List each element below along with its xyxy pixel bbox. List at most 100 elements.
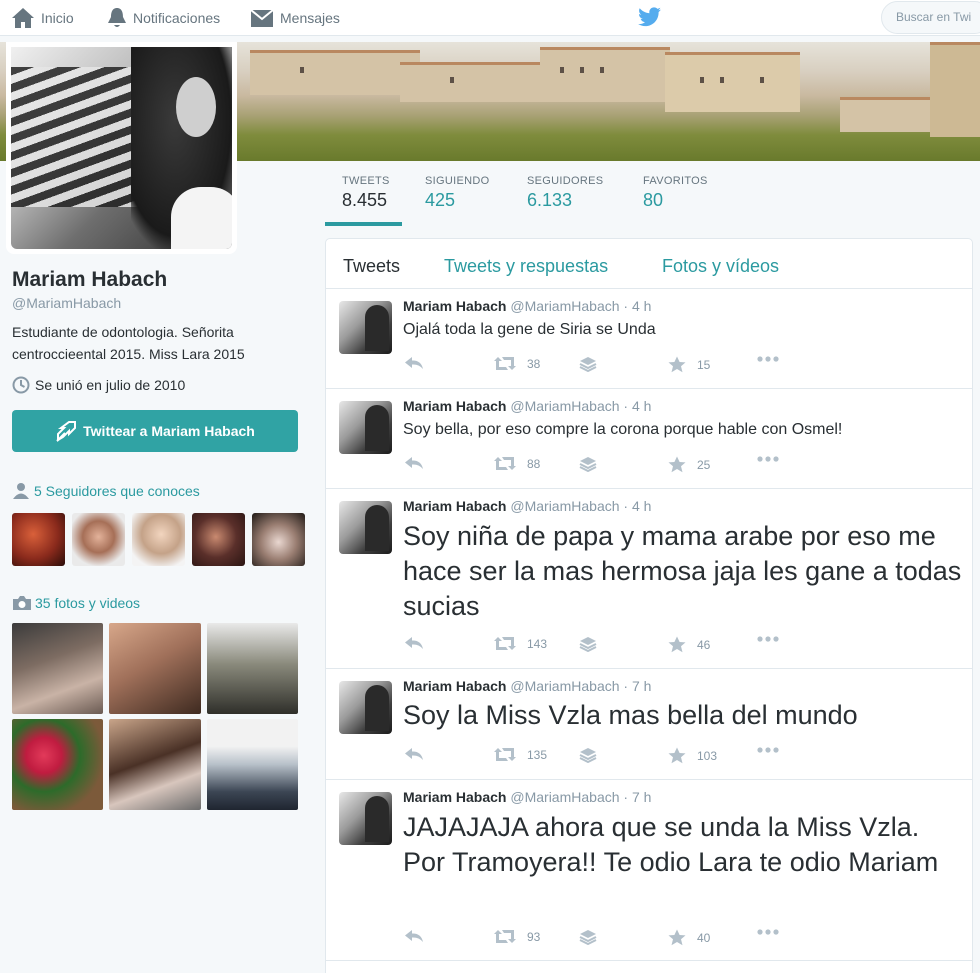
stat-favorites[interactable]: FAVORITOS 80 bbox=[643, 162, 708, 226]
photo-thumbnail[interactable] bbox=[207, 719, 298, 810]
collection-button[interactable] bbox=[579, 929, 608, 945]
tweet-text: Soy niña de papa y mama arabe por eso me… bbox=[403, 521, 962, 621]
reply-button[interactable] bbox=[404, 747, 435, 761]
tweet[interactable]: Mariam Habach @MariamHabach · 4 h Soy be… bbox=[326, 389, 972, 489]
photo-thumbnail[interactable] bbox=[12, 719, 103, 810]
more-options-button[interactable] bbox=[757, 356, 790, 362]
tweet-header: Mariam Habach @MariamHabach · 4 h bbox=[403, 498, 651, 514]
favorite-button[interactable]: 25 bbox=[668, 456, 710, 473]
photo-thumbnail[interactable] bbox=[12, 623, 103, 714]
star-icon bbox=[668, 929, 686, 946]
profile-handle[interactable]: @MariamHabach bbox=[12, 295, 121, 311]
photos-videos-link[interactable]: 35 fotos y videos bbox=[12, 595, 140, 611]
nav-notifications[interactable]: Notificaciones bbox=[107, 0, 220, 36]
reply-button[interactable] bbox=[404, 929, 435, 943]
star-icon bbox=[668, 356, 686, 373]
tweet-avatar[interactable] bbox=[339, 501, 392, 554]
tab-tweets-and-replies[interactable]: Tweets y respuestas bbox=[444, 256, 608, 277]
nav-notifications-label: Notificaciones bbox=[133, 10, 221, 26]
stat-followers[interactable]: SEGUIDORES 6.133 bbox=[527, 162, 603, 226]
reply-button[interactable] bbox=[404, 456, 435, 470]
tweet-author-name[interactable]: Mariam Habach bbox=[403, 789, 506, 805]
tweet[interactable]: Mariam Habach @MariamHabach · 7 h Soy la… bbox=[326, 669, 972, 780]
favorite-button[interactable]: 40 bbox=[668, 929, 710, 946]
tweet-author-handle[interactable]: @MariamHabach bbox=[510, 498, 619, 514]
tweet-time[interactable]: · 7 h bbox=[623, 678, 651, 694]
tweet-author-handle[interactable]: @MariamHabach bbox=[510, 678, 619, 694]
reply-icon bbox=[405, 357, 423, 369]
tweet-avatar[interactable] bbox=[339, 792, 392, 845]
stat-following[interactable]: SIGUIENDO 425 bbox=[425, 162, 489, 226]
star-icon bbox=[668, 456, 686, 473]
reply-button[interactable] bbox=[404, 636, 435, 650]
tweet-avatar[interactable] bbox=[339, 401, 392, 454]
retweet-button[interactable]: 135 bbox=[494, 747, 547, 762]
tweet-actions: 38 15 bbox=[404, 356, 804, 374]
search-input[interactable]: Buscar en Twi bbox=[881, 1, 980, 34]
more-dots-icon bbox=[757, 356, 779, 362]
layers-icon bbox=[579, 457, 597, 472]
retweet-button[interactable]: 38 bbox=[494, 356, 540, 371]
tweet-actions: 135 103 bbox=[404, 747, 804, 765]
tweet-to-button[interactable]: Twittear a Mariam Habach bbox=[12, 410, 298, 452]
retweet-button[interactable]: 93 bbox=[494, 929, 540, 944]
tweet-avatar[interactable] bbox=[339, 681, 392, 734]
more-options-button[interactable] bbox=[757, 636, 790, 642]
follower-thumbnail[interactable] bbox=[12, 513, 65, 566]
nav-home[interactable]: Inicio bbox=[11, 0, 74, 36]
tweet-author-name[interactable]: Mariam Habach bbox=[403, 398, 506, 414]
collection-button[interactable] bbox=[579, 636, 608, 652]
photo-thumbnail[interactable] bbox=[207, 623, 298, 714]
nav-home-label: Inicio bbox=[41, 10, 74, 26]
more-options-button[interactable] bbox=[757, 747, 790, 753]
tweet-time[interactable]: · 4 h bbox=[623, 498, 651, 514]
favorite-button[interactable]: 46 bbox=[668, 636, 710, 653]
layers-icon bbox=[579, 637, 597, 652]
tab-tweets[interactable]: Tweets bbox=[343, 256, 400, 277]
collection-button[interactable] bbox=[579, 356, 608, 372]
stat-tweets[interactable]: TWEETS 8.455 bbox=[325, 162, 402, 226]
follower-thumbnail[interactable] bbox=[192, 513, 245, 566]
retweet-button[interactable]: 143 bbox=[494, 636, 547, 651]
quill-icon bbox=[56, 421, 77, 442]
tweet-time[interactable]: · 4 h bbox=[623, 398, 651, 414]
follower-thumbnail[interactable] bbox=[72, 513, 125, 566]
tweet-time[interactable]: · 4 h bbox=[623, 298, 651, 314]
tweet[interactable]: Mariam Habach @MariamHabach · 4 h Soy ni… bbox=[326, 489, 972, 669]
clock-icon bbox=[12, 376, 30, 394]
more-options-button[interactable] bbox=[757, 929, 790, 935]
profile-avatar[interactable] bbox=[6, 42, 237, 254]
tweet-avatar[interactable] bbox=[339, 301, 392, 354]
profile-name[interactable]: Mariam Habach bbox=[12, 268, 167, 292]
tweet-text: Soy bella, por eso compre la corona porq… bbox=[403, 421, 843, 438]
followers-you-know[interactable]: 5 Seguidores que conoces bbox=[12, 482, 200, 500]
twitter-bird-icon[interactable] bbox=[638, 7, 662, 32]
favorite-button[interactable]: 15 bbox=[668, 356, 710, 373]
collection-button[interactable] bbox=[579, 747, 608, 763]
favorite-button[interactable]: 103 bbox=[668, 747, 717, 764]
photo-thumbnail[interactable] bbox=[109, 719, 201, 810]
follower-thumbnail[interactable] bbox=[132, 513, 185, 566]
photo-thumbnail[interactable] bbox=[109, 623, 201, 714]
retweet-icon bbox=[494, 748, 516, 761]
tweet-author-handle[interactable]: @MariamHabach bbox=[510, 789, 619, 805]
tweet-author-name[interactable]: Mariam Habach bbox=[403, 498, 506, 514]
collection-button[interactable] bbox=[579, 456, 608, 472]
tweet-author-handle[interactable]: @MariamHabach bbox=[510, 398, 619, 414]
tab-photos-videos[interactable]: Fotos y vídeos bbox=[662, 256, 779, 277]
reply-button[interactable] bbox=[404, 356, 435, 370]
tweet-author-name[interactable]: Mariam Habach bbox=[403, 678, 506, 694]
tweet[interactable]: Mariam Habach @MariamHabach · 4 h Ojalá … bbox=[326, 289, 972, 389]
tweet[interactable]: Mariam Habach @MariamHabach · 7 h JAJAJA… bbox=[326, 780, 972, 961]
retweet-button[interactable]: 88 bbox=[494, 456, 540, 471]
tweet-author-name[interactable]: Mariam Habach bbox=[403, 298, 506, 314]
follower-thumbnail[interactable] bbox=[252, 513, 305, 566]
envelope-icon bbox=[250, 9, 274, 27]
profile-join-text: Se unió en julio de 2010 bbox=[35, 377, 186, 393]
tweet-time[interactable]: · 7 h bbox=[623, 789, 651, 805]
nav-messages[interactable]: Mensajes bbox=[250, 0, 340, 36]
more-options-button[interactable] bbox=[757, 456, 790, 462]
retweet-count: 143 bbox=[527, 636, 548, 651]
stat-followers-value: 6.133 bbox=[527, 190, 573, 210]
tweet-author-handle[interactable]: @MariamHabach bbox=[510, 298, 619, 314]
